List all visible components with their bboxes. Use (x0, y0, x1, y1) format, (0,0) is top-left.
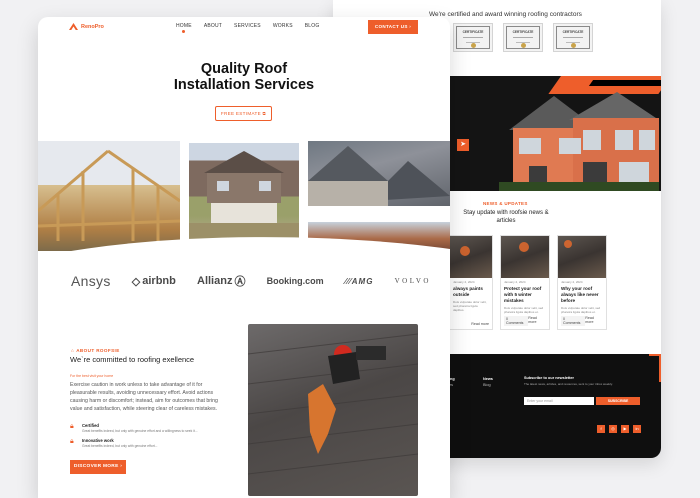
footer: ing es News Blog Subscribe to our newslett… (449, 354, 661, 458)
logo-booking: Booking.com (266, 276, 324, 286)
about-heading: We`re committed to roofing exellence (70, 355, 195, 364)
certificate: CERTIFICATE (453, 23, 493, 52)
logo-ansys: Ansys (71, 273, 111, 289)
email-input[interactable]: Enter your email (524, 397, 594, 405)
footer-col-news: News Blog (483, 377, 493, 387)
read-more-link[interactable]: Read more (471, 322, 489, 326)
footer-link[interactable]: Blog (483, 383, 491, 387)
blog-card[interactable]: January 2, 2024 Why your roof always lik… (557, 235, 607, 330)
feature-certified: 🔒︎ Certified Great benefits indeed, but o… (70, 423, 198, 433)
free-estimate-button[interactable]: FREE ESTIMATE ⧉ (215, 106, 272, 121)
page-title: Quality Roof Installation Services (173, 61, 315, 93)
nav-works[interactable]: WORKS (273, 23, 293, 29)
subscribe-title: Subscribe to our newsletter (524, 376, 575, 380)
linkedin-icon[interactable]: in (633, 425, 641, 433)
contact-us-button[interactable]: CONTACT US › (368, 20, 418, 34)
instagram-icon[interactable]: ◎ (609, 425, 617, 433)
about-tag: ⌂ ABOUT ROOFSIE (71, 348, 120, 353)
read-more-link[interactable]: Read more (585, 316, 603, 326)
lock-icon: 🔒︎ (70, 423, 74, 430)
solar-roof-photo (308, 141, 450, 206)
main-menu: HOME ABOUT SERVICES WORKS BLOG (176, 23, 320, 33)
allianz-icon: Ⓐ (234, 276, 246, 288)
lock-icon: 🔒︎ (70, 438, 74, 445)
brand-logo[interactable]: RenoPro (69, 23, 104, 30)
news-title: Stay update with roofsie news & articles (463, 210, 549, 224)
certificates-row: CERTIFICATE CERTIFICATE CERTIFICATE (453, 23, 593, 52)
logo-amg: ⁄⁄⁄AMG (344, 276, 374, 286)
about-text: Exercise caution in work unless to take … (70, 382, 218, 412)
roofer-at-work-photo (248, 324, 418, 496)
nav-blog[interactable]: BLOG (305, 23, 320, 29)
read-more-link[interactable]: Read more (528, 316, 546, 326)
facebook-icon[interactable]: f (597, 425, 605, 433)
certificates-heading: We're certified and award winning roofin… (429, 11, 582, 18)
nav-about[interactable]: ABOUT (204, 23, 222, 29)
subscribe-desc: The latest news, articles, and resources… (524, 382, 613, 386)
blog-cards: January 2, 2024 always paints outside Du… (449, 235, 607, 330)
house-image (499, 92, 659, 191)
arrow-icon[interactable]: ➤ (457, 139, 469, 151)
nav-home[interactable]: HOME (176, 23, 192, 33)
discover-more-button[interactable]: DISCOVER MORE › (70, 460, 126, 474)
roof-icon: ⌂ (71, 348, 75, 353)
feature-innovative: 🔒︎ Innovative work Great benefits indeed,… (70, 438, 158, 448)
subscribe-button[interactable]: SUBSCRIBE (596, 397, 640, 405)
logo-airbnb: ◇ airbnb (131, 275, 176, 288)
about-subtitle: For the best visit your home (70, 374, 114, 378)
youtube-icon[interactable]: ▶ (621, 425, 629, 433)
house-banner: ➤ (449, 76, 661, 191)
logo-allianz: Allianz Ⓐ (197, 275, 246, 288)
blog-card[interactable]: January 2, 2024 Protect your roof with 5… (500, 235, 550, 330)
top-nav: RenoPro HOME ABOUT SERVICES WORKS BLOG C… (38, 17, 450, 37)
airbnb-icon: ◇ (131, 275, 141, 288)
certificate: CERTIFICATE (503, 23, 543, 52)
house-photo (189, 143, 299, 240)
nav-services[interactable]: SERVICES (234, 23, 261, 29)
roof-logo-icon (69, 23, 78, 30)
front-page-card: RenoPro HOME ABOUT SERVICES WORKS BLOG C… (38, 17, 450, 498)
partner-logos: Ansys ◇ airbnb Allianz Ⓐ Booking.com ⁄⁄⁄AM… (71, 273, 431, 289)
logo-volvo: VOLVO (394, 277, 431, 285)
blog-card[interactable]: January 2, 2024 always paints outside Du… (449, 235, 493, 330)
certificate: CERTIFICATE (553, 23, 593, 52)
news-tag: NEWS & UPDATES (483, 201, 528, 206)
social-links: f ◎ ▶ in (597, 425, 641, 433)
